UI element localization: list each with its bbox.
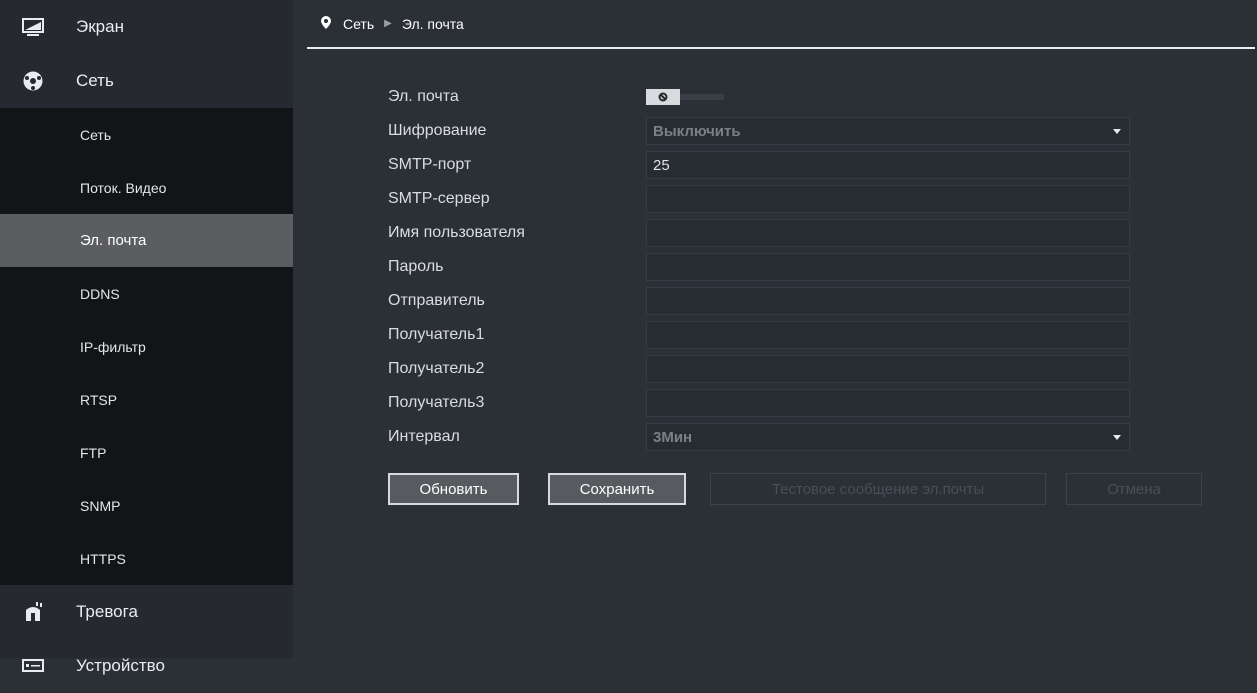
sidebar-item-label: Экран xyxy=(76,17,124,36)
smtp-port-input[interactable]: 25 xyxy=(646,151,1130,179)
breadcrumb-arrow-icon: ▶ xyxy=(384,18,392,29)
refresh-button[interactable]: Обновить xyxy=(388,473,519,505)
alarm-icon xyxy=(22,601,44,623)
email-label: Эл. почта xyxy=(388,88,459,105)
main-content: Сеть ▶ Эл. почта Эл. почта Шифрование Вы… xyxy=(293,0,1257,658)
toggle-track xyxy=(680,94,724,100)
monitor-icon xyxy=(22,16,44,38)
breadcrumb-section[interactable]: Сеть xyxy=(343,16,374,32)
subitem-label: HTTPS xyxy=(80,550,126,567)
smtp-port-label: SMTP-порт xyxy=(388,156,472,173)
form-row-password: Пароль xyxy=(388,250,1130,284)
subitem-label: Сеть xyxy=(80,126,112,143)
form-row-smtp-server: SMTP-сервер xyxy=(388,182,1130,216)
sidebar-subitem-video-stream[interactable]: Поток. Видео xyxy=(0,161,293,214)
sidebar-item-network[interactable]: Сеть xyxy=(0,54,293,108)
subitem-label: Поток. Видео xyxy=(80,179,167,196)
encryption-label: Шифрование xyxy=(388,122,487,139)
form-buttons: Обновить Сохранить Тестовое сообщение эл… xyxy=(388,473,1202,505)
sidebar: Экран Сеть Сеть Поток. Видео Эл. почта D… xyxy=(0,0,293,675)
sidebar-subitem-email[interactable]: Эл. почта xyxy=(0,214,293,267)
recipient1-input[interactable] xyxy=(646,321,1130,349)
username-label: Имя пользователя xyxy=(388,224,525,241)
interval-value: 3Мин xyxy=(653,428,693,446)
caret-down-icon xyxy=(1113,129,1121,134)
subitem-label: Эл. почта xyxy=(80,232,147,249)
sidebar-item-screen[interactable]: Экран xyxy=(0,0,293,54)
password-input[interactable] xyxy=(646,253,1130,281)
caret-down-icon xyxy=(1113,435,1121,440)
sidebar-subitem-network[interactable]: Сеть xyxy=(0,108,293,161)
device-icon xyxy=(22,655,44,677)
breadcrumb-page: Эл. почта xyxy=(401,15,464,32)
form-row-sender: Отправитель xyxy=(388,284,1130,318)
network-icon xyxy=(22,70,44,92)
form-row-recipient1: Получатель1 xyxy=(388,318,1130,352)
recipient2-input[interactable] xyxy=(646,355,1130,383)
subitem-label: RTSP xyxy=(80,391,118,408)
recipient3-label: Получатель3 xyxy=(388,394,485,411)
interval-label: Интервал xyxy=(388,428,460,445)
username-input[interactable] xyxy=(646,219,1130,247)
sidebar-item-label: Сеть xyxy=(76,71,114,90)
form-row-smtp-port: SMTP-порт 25 xyxy=(388,148,1130,182)
form-row-encryption: Шифрование Выключить xyxy=(388,114,1130,148)
cancel-button[interactable]: Отмена xyxy=(1066,473,1202,505)
sidebar-subitem-https[interactable]: HTTPS xyxy=(0,532,293,585)
sender-input[interactable] xyxy=(646,287,1130,315)
encryption-value: Выключить xyxy=(653,122,741,140)
sidebar-item-device[interactable]: Устройство xyxy=(0,639,293,693)
recipient1-label: Получатель1 xyxy=(388,326,485,343)
form-row-recipient2: Получатель2 xyxy=(388,352,1130,386)
sidebar-subitem-snmp[interactable]: SNMP xyxy=(0,479,293,532)
subitem-label: FTP xyxy=(80,444,107,461)
form-row-recipient3: Получатель3 xyxy=(388,386,1130,420)
breadcrumb: Сеть ▶ Эл. почта xyxy=(307,0,1255,49)
save-button[interactable]: Сохранить xyxy=(548,473,686,505)
interval-select[interactable]: 3Мин xyxy=(646,423,1130,451)
sender-label: Отправитель xyxy=(388,292,485,309)
sidebar-subitem-ftp[interactable]: FTP xyxy=(0,426,293,479)
sidebar-item-alarm[interactable]: Тревога xyxy=(0,585,293,639)
sidebar-subitem-ip-filter[interactable]: IP-фильтр xyxy=(0,320,293,373)
subitem-label: IP-фильтр xyxy=(80,338,146,355)
smtp-server-label: SMTP-сервер xyxy=(388,190,490,207)
email-toggle[interactable] xyxy=(646,89,724,105)
recipient2-label: Получатель2 xyxy=(388,360,485,377)
toggle-off-icon xyxy=(646,89,680,105)
sidebar-subitem-rtsp[interactable]: RTSP xyxy=(0,373,293,426)
password-label: Пароль xyxy=(388,258,444,275)
sidebar-item-label: Устройство xyxy=(76,656,165,675)
smtp-port-value: 25 xyxy=(653,156,670,174)
subitem-label: SNMP xyxy=(80,497,121,514)
encryption-select[interactable]: Выключить xyxy=(646,117,1130,145)
form-row-interval: Интервал 3Мин xyxy=(388,420,1130,454)
email-settings-form: Эл. почта Шифрование Выключить SMTP-порт… xyxy=(388,80,1130,454)
location-pin-icon xyxy=(321,15,331,32)
form-row-email: Эл. почта xyxy=(388,80,1130,114)
network-submenu: Сеть Поток. Видео Эл. почта DDNS IP-филь… xyxy=(0,108,293,585)
form-row-username: Имя пользователя xyxy=(388,216,1130,250)
smtp-server-input[interactable] xyxy=(646,185,1130,213)
subitem-label: DDNS xyxy=(80,285,120,302)
recipient3-input[interactable] xyxy=(646,389,1130,417)
sidebar-item-label: Тревога xyxy=(76,602,138,621)
test-email-button[interactable]: Тестовое сообщение эл.почты xyxy=(710,473,1046,505)
sidebar-subitem-ddns[interactable]: DDNS xyxy=(0,267,293,320)
